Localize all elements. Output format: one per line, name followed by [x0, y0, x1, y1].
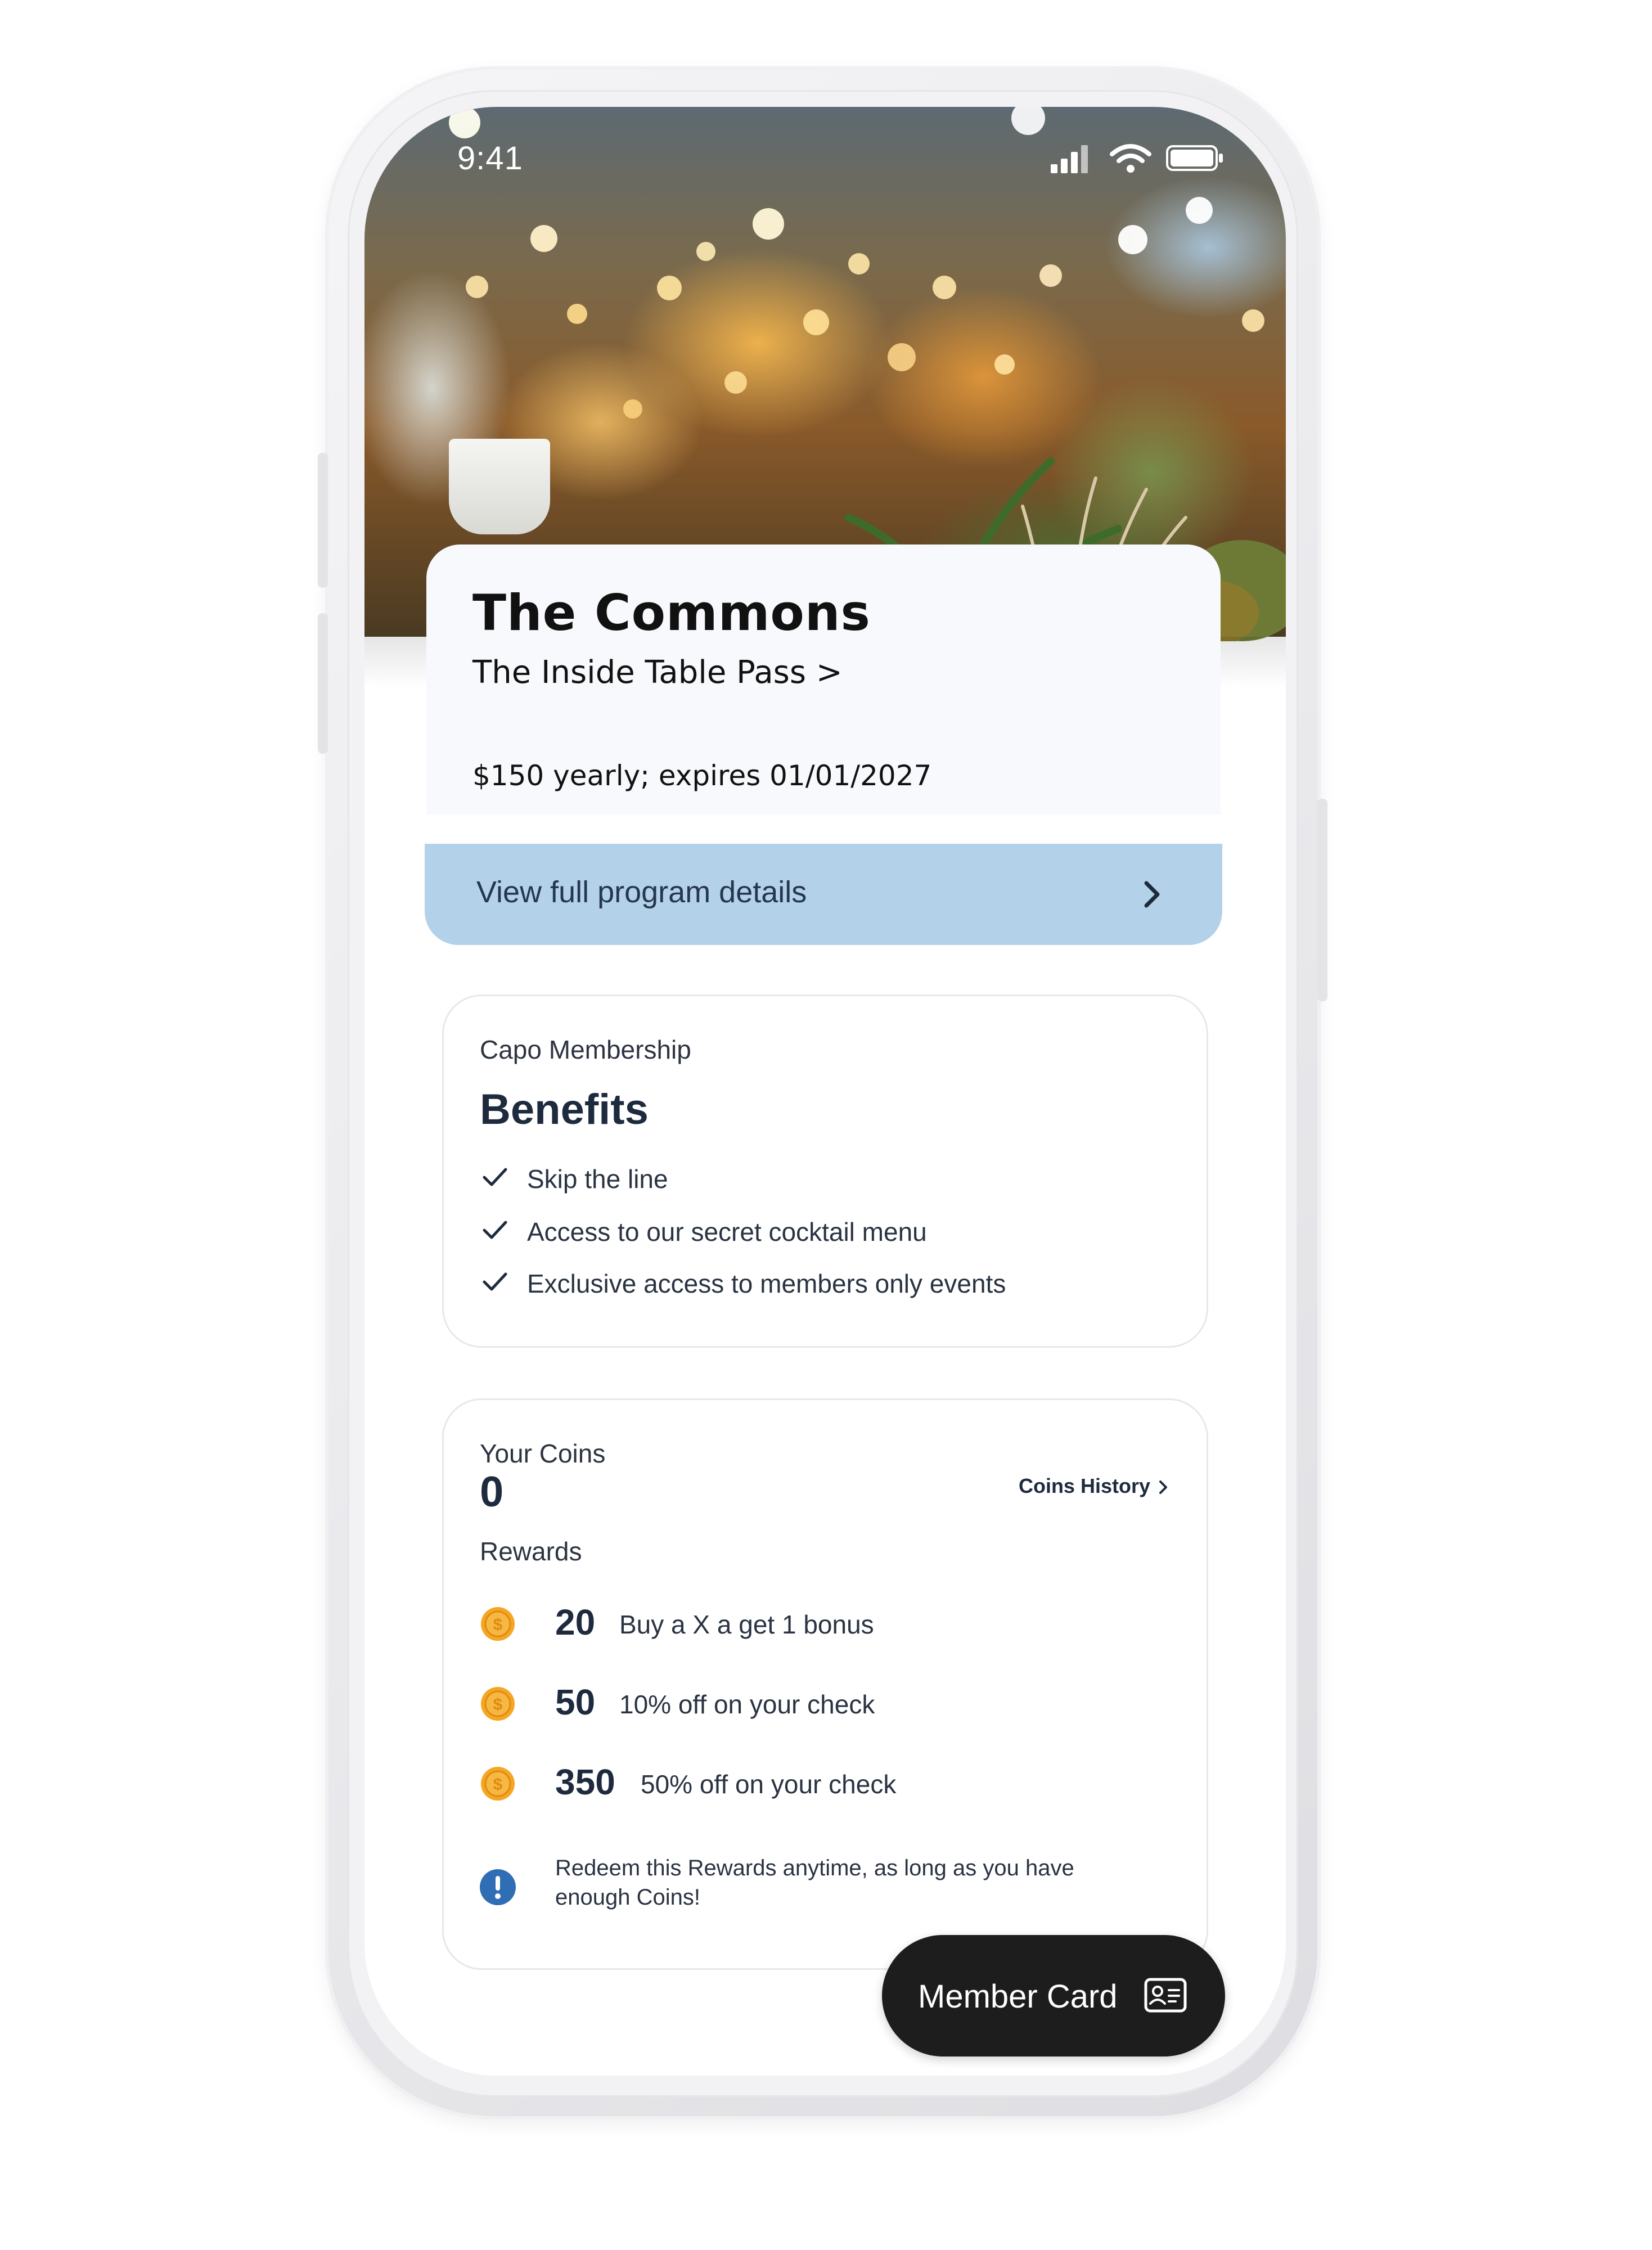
bokeh-light [1011, 107, 1045, 135]
view-program-details-label: View full program details [476, 875, 807, 909]
chevron-right-icon [1144, 881, 1160, 908]
bokeh-light [1118, 225, 1147, 254]
side-button-right [1317, 799, 1327, 1001]
coin-icon: $ [481, 1687, 515, 1721]
info-icon [480, 1869, 516, 1905]
bokeh-light [724, 371, 747, 394]
rewards-label: Rewards [480, 1537, 582, 1566]
benefit-item: Access to our secret cocktail menu [480, 1217, 1155, 1250]
bokeh-light [1039, 264, 1062, 287]
bokeh-light [696, 242, 715, 261]
bokeh-light [933, 276, 956, 299]
status-icons [1051, 140, 1231, 173]
planter-pot [449, 439, 550, 534]
membership-kicker: Capo Membership [480, 1035, 691, 1064]
status-time: 9:41 [457, 140, 523, 177]
battery-icon [1166, 145, 1223, 171]
bokeh-light [657, 276, 682, 300]
bokeh-light [753, 208, 784, 240]
benefits-card: Capo Membership Benefits Skip the line A… [442, 994, 1208, 1348]
coins-history-label: Coins History [1018, 1474, 1150, 1497]
member-card-button[interactable]: Member Card [882, 1935, 1225, 2056]
venue-header-card: The Commons The Inside Table Pass > $150… [426, 544, 1221, 814]
reward-description: Buy a X a get 1 bonus [619, 1610, 874, 1639]
check-icon [483, 1221, 507, 1239]
benefit-label: Skip the line [527, 1164, 668, 1194]
bokeh-light [803, 309, 829, 335]
reward-item[interactable]: $ 350 50% off on your check [480, 1761, 1155, 1812]
benefits-title: Benefits [480, 1086, 649, 1133]
check-icon [483, 1272, 507, 1291]
benefit-item: Skip the line [480, 1164, 1155, 1198]
bokeh-light [449, 107, 480, 138]
benefit-label: Exclusive access to members only events [527, 1269, 1006, 1298]
chevron-right-icon [1159, 1480, 1167, 1494]
reward-item[interactable]: $ 50 10% off on your check [480, 1681, 1155, 1732]
coins-card: Your Coins 0 Coins History Rewards $ 20 … [442, 1398, 1208, 1970]
coins-count: 0 [480, 1468, 504, 1516]
bokeh-light [848, 253, 870, 274]
bokeh-light [530, 225, 557, 252]
pass-price: $150 yearly; expires 01/01/2027 [472, 759, 932, 792]
svg-text:$: $ [493, 1775, 503, 1794]
coin-icon: $ [481, 1767, 515, 1801]
venue-name: The Commons [472, 584, 871, 642]
side-button-left-bottom [318, 613, 328, 754]
reward-description: 50% off on your check [641, 1770, 897, 1799]
bokeh-light [1242, 309, 1264, 332]
svg-text:$: $ [493, 1695, 503, 1714]
bokeh-light [567, 304, 587, 324]
id-card-icon [1144, 1978, 1187, 2013]
reward-cost: 350 [555, 1762, 615, 1802]
wifi-icon [1110, 144, 1151, 173]
bokeh-light [623, 399, 642, 418]
rewards-info-text: Redeem this Rewards anytime, as long as … [555, 1856, 1074, 1910]
signal-icon [1051, 145, 1088, 173]
bokeh-light [466, 276, 488, 298]
check-icon [483, 1168, 507, 1186]
reward-description: 10% off on your check [619, 1690, 875, 1719]
svg-text:$: $ [493, 1616, 503, 1634]
bokeh-light [1186, 197, 1213, 224]
pass-link[interactable]: The Inside Table Pass > [472, 654, 843, 691]
phone-screen: 9:41 The Commons The Inside Table Pass >… [364, 107, 1286, 2076]
reward-cost: 20 [555, 1602, 596, 1642]
reward-item[interactable]: $ 20 Buy a X a get 1 bonus [480, 1601, 1155, 1652]
coins-kicker: Your Coins [480, 1439, 606, 1468]
member-card-label: Member Card [918, 1978, 1118, 2015]
side-button-left-top [318, 453, 328, 588]
coins-history-link[interactable]: Coins History [1019, 1474, 1168, 1498]
reward-cost: 50 [555, 1682, 596, 1722]
view-program-details-button[interactable]: View full program details [425, 844, 1222, 945]
benefit-label: Access to our secret cocktail menu [527, 1217, 927, 1246]
coin-icon: $ [481, 1607, 515, 1641]
benefit-item: Exclusive access to members only events [480, 1268, 1155, 1302]
